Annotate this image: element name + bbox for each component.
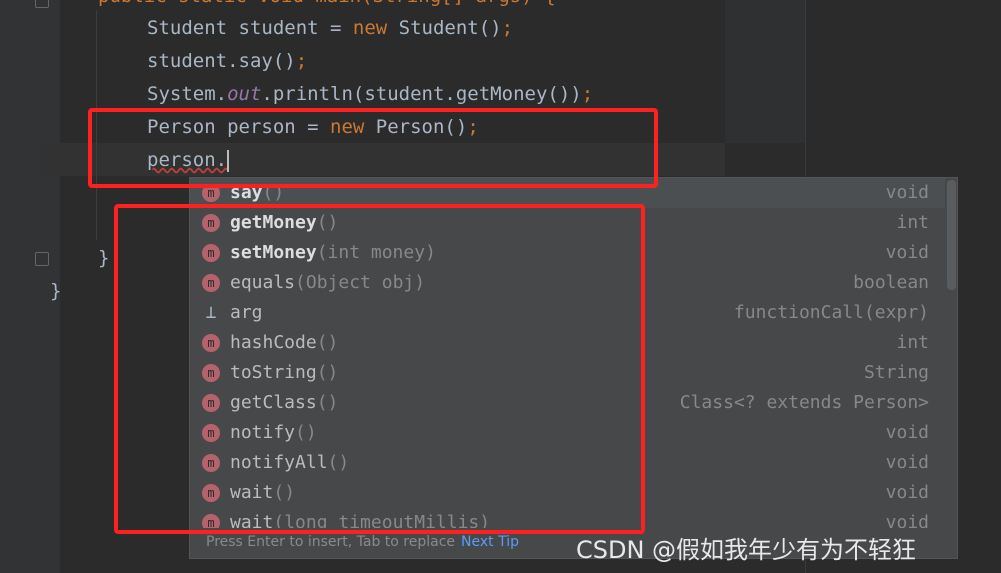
item-type: functionCall(expr) [733,302,929,323]
item-type: void [885,422,929,443]
item-type: boolean [853,272,929,293]
item-type: Class<? extends Person> [679,392,929,413]
code-text: Student student = [147,17,353,39]
code-text: Student() [387,17,502,39]
code-text: System. [147,83,228,105]
next-tip-link[interactable]: Next Tip [461,534,519,550]
semicolon: ; [295,50,308,72]
keyword: new [352,17,388,39]
item-type: String [863,362,929,383]
item-type: void [885,182,929,203]
item-type: void [885,482,929,503]
code-line[interactable]: Student student = new Student(); [147,12,513,45]
item-type: void [885,512,929,528]
fold-marker-icon[interactable] [35,0,49,8]
editor-right-area [725,0,805,143]
static-field: out [227,83,262,105]
annotation-box [114,204,645,534]
watermark: CSDN @假如我年少有为不轻狂 [576,536,917,564]
item-type: void [885,452,929,473]
footer-hint: Press Enter to insert, Tab to replace [206,534,456,550]
item-type: int [896,332,929,353]
scrollbar[interactable] [947,180,956,290]
code-text: .println(student.getMoney()) [261,83,582,105]
closing-brace: } [50,280,62,302]
semicolon: ; [581,83,594,105]
closing-brace: } [98,247,110,269]
fold-marker-icon[interactable] [35,252,49,266]
code-text: student.say() [147,50,296,72]
annotation-box [88,108,658,188]
code-line[interactable]: student.say(); [147,45,307,78]
item-type: int [896,212,929,233]
code-line[interactable]: System.out.println(student.getMoney()); [147,78,593,111]
item-type: void [885,242,929,263]
semicolon: ; [501,17,514,39]
